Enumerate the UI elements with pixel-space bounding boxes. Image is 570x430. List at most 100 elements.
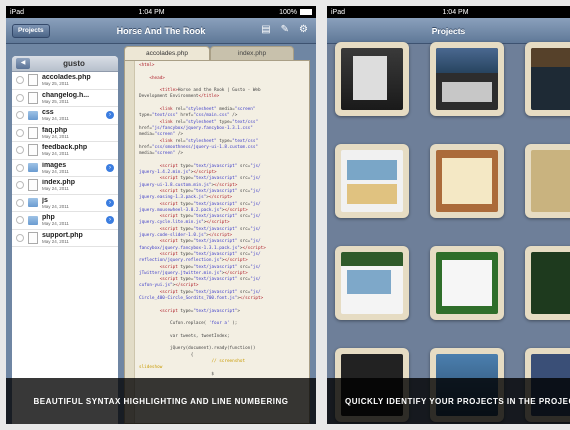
file-date: May 24, 2011: [42, 203, 69, 209]
caption-left: BEAUTIFUL SYNTAX HIGHLIGHTING AND LINE N…: [6, 378, 316, 424]
file-date: May 24, 2011: [42, 238, 69, 244]
project-tile[interactable]: [430, 246, 504, 320]
file-browser-header: ◀ gusto: [12, 56, 118, 72]
file-meta: feedback.php May 24, 2011: [42, 144, 87, 157]
file-name: php: [42, 214, 55, 221]
select-radio[interactable]: [16, 198, 24, 207]
file-name: faq.php: [42, 126, 68, 134]
wrench-icon[interactable]: ✎: [281, 24, 289, 35]
file-list-item[interactable]: accolades.php May 25, 2011: [12, 72, 118, 90]
project-thumbnail: [341, 252, 403, 314]
project-tile[interactable]: [335, 42, 409, 116]
file-icon: [28, 74, 38, 87]
file-date: May 24, 2011: [42, 221, 69, 226]
disclosure-arrow-icon[interactable]: ›: [106, 163, 114, 172]
project-tile[interactable]: [525, 246, 570, 320]
status-bar: iPad 1:04 PM 100%: [6, 6, 316, 18]
project-thumbnail: [436, 48, 498, 110]
disclosure-arrow-icon[interactable]: ›: [106, 216, 114, 225]
select-radio[interactable]: [16, 146, 24, 155]
project-thumbnail: [436, 252, 498, 314]
file-name: index.php: [42, 179, 76, 186]
file-icon: [28, 126, 38, 139]
file-date: May 24, 2011: [42, 151, 69, 156]
file-meta: php May 24, 2011: [42, 214, 69, 227]
editor-screen: iPad 1:04 PM 100% Projects Horse And The…: [6, 6, 316, 424]
battery-label: 100%: [279, 8, 297, 16]
folder-icon: [28, 215, 38, 225]
carrier-label-right: iPad: [331, 8, 346, 16]
folder-icon: [28, 110, 38, 120]
file-name: images: [42, 161, 67, 169]
project-thumbnail: [341, 48, 403, 110]
projects-screen: iPad 1:04 PM Projects QUICKLY IDENTIFY Y…: [327, 6, 570, 424]
projects-button[interactable]: Projects: [12, 24, 50, 38]
file-list-item[interactable]: faq.php May 24, 2011: [12, 125, 118, 142]
file-date: May 24, 2011: [42, 186, 69, 191]
project-thumbnail: [436, 150, 498, 212]
select-radio[interactable]: [16, 233, 24, 242]
file-list-item[interactable]: index.php May 24, 2011: [12, 177, 118, 195]
nav-actions: ▤ ✎ ⚙: [261, 24, 308, 35]
project-tile[interactable]: [430, 42, 504, 116]
file-list-item[interactable]: js May 24, 2011 ›: [12, 195, 118, 212]
project-tile[interactable]: [430, 144, 504, 218]
battery-icon: [300, 8, 312, 15]
file-name: support.php: [42, 231, 83, 239]
file-meta: changelog.h... May 25, 2011: [42, 92, 89, 105]
nav-bar: Projects Horse And The Rook ▤ ✎ ⚙: [6, 18, 316, 44]
code-text: <html> <head> <title>Horse and the Rook …: [139, 63, 266, 377]
file-list-item[interactable]: css May 24, 2011 ›: [12, 107, 118, 125]
file-name: feedback.php: [42, 144, 88, 151]
file-meta: css May 24, 2011: [42, 109, 69, 122]
file-icon: [28, 91, 38, 104]
select-radio[interactable]: [16, 111, 24, 120]
project-tile[interactable]: [335, 246, 409, 320]
status-time-right: 1:04 PM: [442, 8, 469, 16]
gear-icon[interactable]: ⚙: [299, 24, 308, 35]
file-meta: support.php May 24, 2011: [42, 232, 83, 245]
file-meta: images May 24, 2011: [42, 162, 69, 175]
disclosure-arrow-icon[interactable]: ›: [106, 198, 114, 207]
caption-right: QUICKLY IDENTIFY YOUR PROJECTS IN THE PR…: [327, 378, 570, 424]
file-date: May 25, 2011: [42, 98, 69, 104]
tab-inactive[interactable]: index.php: [210, 46, 294, 60]
tab-active[interactable]: accolades.php: [124, 46, 210, 60]
select-radio[interactable]: [16, 128, 24, 137]
file-meta: faq.php May 24, 2011: [42, 127, 69, 140]
project-thumbnail: [531, 150, 570, 212]
project-tile[interactable]: [335, 144, 409, 218]
file-icon: [28, 231, 38, 244]
file-name: css: [42, 109, 54, 116]
file-icon: [28, 179, 38, 192]
battery-status: 100%: [279, 9, 312, 16]
file-list-item[interactable]: feedback.php May 24, 2011: [12, 142, 118, 160]
back-arrow-icon[interactable]: ◀: [16, 58, 30, 69]
file-name: js: [42, 196, 48, 204]
file-list-item[interactable]: php May 24, 2011 ›: [12, 212, 118, 230]
file-list-item[interactable]: changelog.h... May 25, 2011: [12, 90, 118, 107]
file-list-item[interactable]: support.php May 24, 2011: [12, 230, 118, 247]
file-icon[interactable]: ▤: [261, 24, 270, 35]
project-thumbnail: [531, 48, 570, 110]
line-number-gutter: [125, 61, 135, 423]
file-browser: ◀ gusto accolades.php May 25, 2011 changel…: [12, 56, 118, 424]
select-radio[interactable]: [16, 76, 24, 85]
code-editor[interactable]: <html> <head> <title>Horse and the Rook …: [124, 60, 310, 424]
folder-icon: [28, 163, 38, 173]
select-radio[interactable]: [16, 216, 24, 225]
promo-composite: iPad 1:04 PM 100% Projects Horse And The…: [0, 0, 570, 430]
select-radio[interactable]: [16, 181, 24, 190]
project-tile[interactable]: [525, 42, 570, 116]
file-list-item[interactable]: images May 24, 2011 ›: [12, 160, 118, 177]
select-radio[interactable]: [16, 163, 24, 172]
status-time: 1:04 PM: [138, 8, 165, 16]
select-radio[interactable]: [16, 93, 24, 102]
folder-title: gusto: [63, 59, 85, 68]
file-date: May 24, 2011: [42, 116, 69, 121]
projects-title: Projects: [431, 25, 466, 36]
disclosure-arrow-icon[interactable]: ›: [106, 111, 114, 120]
file-name: changelog.h...: [42, 91, 90, 99]
project-thumbnail: [531, 252, 570, 314]
project-tile[interactable]: [525, 144, 570, 218]
